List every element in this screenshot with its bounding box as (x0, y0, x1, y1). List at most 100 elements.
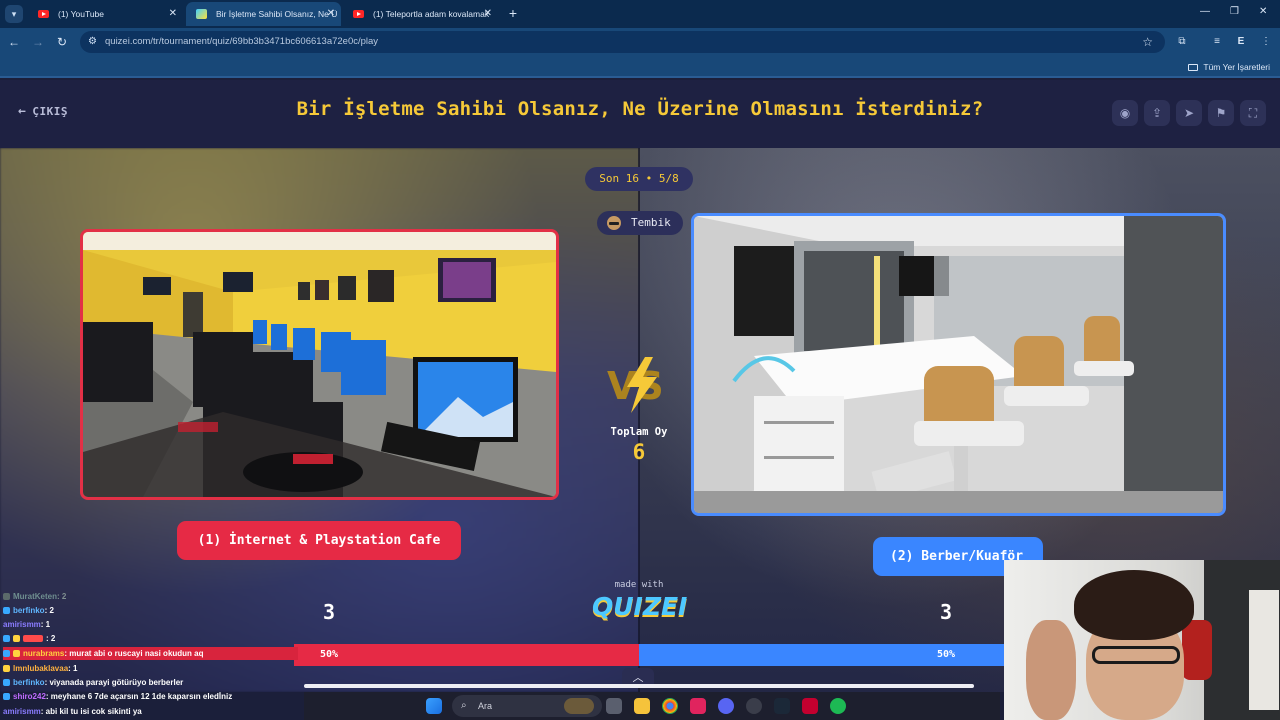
made-with-label: made with (614, 580, 664, 590)
app-icon[interactable] (690, 698, 706, 714)
windows-taskbar: ⌕ Ara (304, 692, 1000, 720)
chrome-icon[interactable] (662, 698, 678, 714)
tab-quiz[interactable]: Bir İşletme Sahibi Olsanız, Ne Ü ✕ (186, 2, 341, 26)
search-icon: ⌕ (461, 700, 467, 711)
reload-icon[interactable]: ↻ (54, 34, 70, 50)
option2-result-bar: 50% (639, 644, 1004, 666)
new-tab-button[interactable]: + (504, 4, 522, 22)
tab-label: (1) YouTube (58, 9, 104, 19)
url-text: quizei.com/tr/tournament/quiz/69bb3b3471… (105, 36, 379, 47)
quiz-title: Bir İşletme Sahibi Olsanız, Ne Üzerine O… (296, 98, 984, 120)
total-votes-label: Toplam Oy (610, 426, 668, 438)
send-icon[interactable]: ➤ (1176, 100, 1202, 126)
quizei-favicon-icon (196, 9, 207, 19)
share-icon[interactable]: ⇪ (1144, 100, 1170, 126)
discord-icon[interactable] (718, 698, 734, 714)
badge-icon (3, 593, 10, 600)
close-tab-icon[interactable]: ✕ (327, 2, 335, 26)
option1-image[interactable] (80, 229, 559, 500)
close-tab-icon[interactable]: ✕ (484, 2, 492, 26)
option1-percent: 50% (320, 649, 339, 660)
search-label: Ara (478, 701, 493, 711)
minimize-icon[interactable]: — (1200, 6, 1210, 17)
exit-button[interactable]: ← ÇIKIŞ (18, 104, 68, 119)
tab-teleport[interactable]: (1) Teleportla adam kovalamak ✕ (343, 2, 498, 26)
barber-shop-illustration (694, 216, 1223, 513)
option1-votes: 3 (323, 600, 336, 624)
total-votes-value: 6 (632, 440, 646, 464)
media-controls-icon[interactable]: ≡ (1209, 34, 1225, 50)
option2-image[interactable] (691, 213, 1226, 516)
headphones (1182, 620, 1212, 680)
address-bar-row: ← → ↻ ⚙ quizei.com/tr/tournament/quiz/69… (0, 28, 1280, 56)
exit-label: ÇIKIŞ (32, 105, 68, 118)
tab-label: (1) Teleportla adam kovalamak (373, 9, 490, 19)
badge-icon (3, 650, 10, 657)
tab-youtube[interactable]: (1) YouTube ✕ (28, 2, 183, 26)
arrow-left-icon: ← (18, 104, 27, 119)
webcam-overlay (1004, 560, 1280, 720)
youtube-favicon-icon (38, 10, 49, 18)
quiz-header: ← ÇIKIŞ Bir İşletme Sahibi Olsanız, Ne Üz… (0, 80, 1280, 148)
chat-line: amirismm: 1 (3, 620, 51, 629)
tab-search-dropdown[interactable]: ▾ (5, 5, 23, 23)
badge-icon (3, 679, 10, 686)
fullscreen-icon[interactable]: ⛶ (1240, 100, 1266, 126)
internet-cafe-illustration (83, 232, 556, 497)
option2-votes: 3 (940, 600, 953, 624)
flag-icon[interactable]: ⚑ (1208, 100, 1234, 126)
steam-icon[interactable] (774, 698, 790, 714)
youtube-favicon-icon (353, 10, 364, 18)
option2-percent: 50% (937, 649, 956, 660)
eye-icon[interactable]: ◉ (1112, 100, 1138, 126)
folder-icon (1188, 64, 1199, 71)
username: Tembik (631, 216, 671, 229)
progress-scroll-indicator (304, 684, 974, 688)
bookmarks-bar: Tüm Yer İşaretleri (0, 56, 1280, 78)
badge-icon (3, 693, 10, 700)
round-indicator: Son 16 • 5/8 (585, 167, 693, 191)
restore-icon[interactable]: ❐ (1230, 6, 1239, 17)
all-bookmarks-label: Tüm Yer İşaretleri (1203, 62, 1270, 72)
badge-icon (3, 635, 10, 642)
badge-icon (13, 650, 20, 657)
app-icon[interactable] (746, 698, 762, 714)
tab-label: Bir İşletme Sahibi Olsanız, Ne Ü (216, 9, 338, 19)
quizei-logo[interactable]: QUIZEI (592, 592, 687, 621)
browser-menu-icon[interactable]: ⋮ (1258, 34, 1274, 50)
extensions-icon[interactable]: ⧉ (1174, 34, 1190, 50)
forward-icon[interactable]: → (30, 34, 46, 50)
back-icon[interactable]: ← (6, 34, 22, 50)
file-explorer-icon[interactable] (634, 698, 650, 714)
stream-chat: MuratKeten: 2 berfinko: 2 amirismm: 1 : … (0, 590, 300, 720)
tab-bar: ▾ (1) YouTube ✕ Bir İşletme Sahibi Olsan… (0, 0, 1280, 28)
option1-result-bar: 50% (294, 644, 639, 666)
badge-icon (13, 635, 20, 642)
close-tab-icon[interactable]: ✕ (169, 2, 177, 26)
glasses (1092, 646, 1180, 664)
task-view-icon[interactable] (606, 698, 622, 714)
badge-icon (23, 635, 43, 642)
profile-avatar[interactable]: E (1233, 34, 1249, 50)
site-info-icon[interactable]: ⚙ (88, 36, 100, 48)
address-field[interactable]: ⚙ quizei.com/tr/tournament/quiz/69bb3b34… (80, 31, 1165, 53)
user-badge: Tembik (597, 211, 683, 235)
widget-food-icon[interactable] (564, 698, 594, 714)
chat-line-highlighted: nurabrams: murat abi o ruscayi nasi okud… (3, 647, 298, 660)
chat-line: MuratKeten: 2 (3, 590, 66, 603)
close-window-icon[interactable]: ✕ (1259, 6, 1267, 17)
badge-icon (3, 607, 10, 614)
app-icon[interactable] (802, 698, 818, 714)
badge-icon (3, 665, 10, 672)
chat-line: shiro242: meyhane 6 7de açarsın 12 1de k… (3, 690, 232, 703)
option1-button[interactable]: (1) İnternet & Playstation Cafe (177, 521, 461, 560)
bookmark-star-icon[interactable]: ☆ (1142, 31, 1153, 53)
chat-line: : 2 (3, 632, 55, 645)
chat-line: lmnlubaklavaa: 1 (3, 662, 77, 675)
vs-lightning-icon: VS (607, 357, 664, 413)
windows-start-icon[interactable] (426, 698, 442, 714)
spotify-icon[interactable] (830, 698, 846, 714)
chat-line: amirismm: abi kil tu isi cok sikinti ya (3, 707, 142, 716)
all-bookmarks-button[interactable]: Tüm Yer İşaretleri (1188, 56, 1270, 78)
avatar (607, 216, 621, 230)
